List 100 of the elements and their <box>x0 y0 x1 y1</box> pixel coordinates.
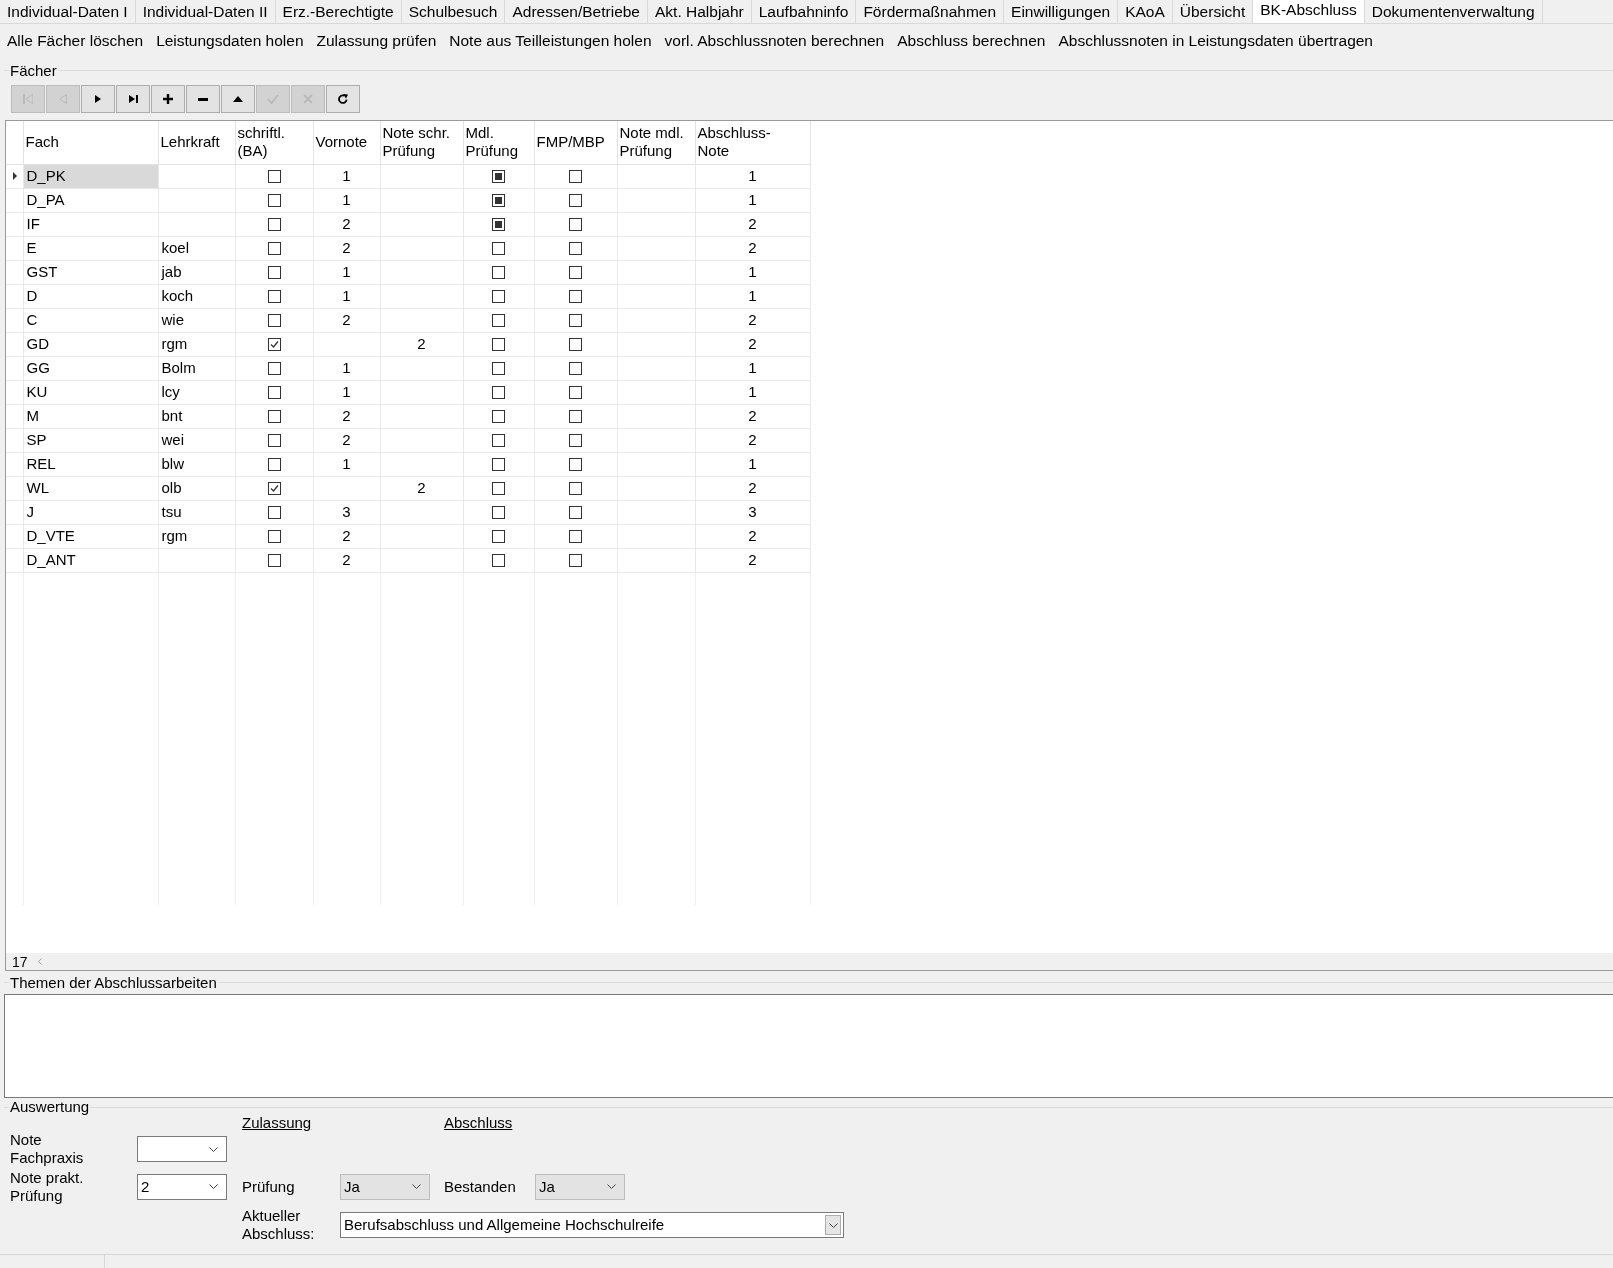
checkbox[interactable] <box>267 337 281 351</box>
table-cell: GD <box>23 332 158 356</box>
checkbox[interactable] <box>267 193 281 207</box>
checkbox[interactable] <box>267 481 281 495</box>
checkbox[interactable] <box>569 505 582 519</box>
action-item[interactable]: Alle Fächer löschen <box>7 32 144 50</box>
column-header[interactable]: FMP/MBP <box>534 121 617 164</box>
table-cell: koel <box>158 236 235 260</box>
table-cell: KU <box>23 380 158 404</box>
checkbox[interactable] <box>492 361 505 375</box>
checkbox[interactable] <box>267 289 281 303</box>
checkbox[interactable] <box>569 385 582 399</box>
refresh-icon <box>338 94 348 104</box>
checkbox[interactable] <box>267 553 281 567</box>
refresh-button[interactable] <box>326 85 360 113</box>
table-cell: SP <box>23 428 158 452</box>
checkbox[interactable] <box>569 553 582 567</box>
checkbox[interactable] <box>492 553 505 567</box>
minus-icon <box>198 97 208 101</box>
checkbox[interactable] <box>267 361 281 375</box>
checkbox[interactable] <box>569 457 582 471</box>
checkbox[interactable] <box>492 169 505 183</box>
checkbox[interactable] <box>267 265 281 279</box>
checkbox[interactable] <box>569 481 582 495</box>
group-label: Auswertung <box>9 1098 91 1116</box>
dropdown[interactable]: Berufsabschluss und Allgemeine Hochschulreife <box>340 1212 844 1238</box>
column-header[interactable]: schriftl. (BA) <box>235 121 313 164</box>
checkbox[interactable] <box>267 217 281 231</box>
next-record-button[interactable] <box>81 85 115 113</box>
checkbox[interactable] <box>267 409 281 423</box>
checkbox[interactable] <box>569 313 582 327</box>
table-cell: 2 <box>380 332 463 356</box>
dropdown[interactable] <box>137 1136 227 1162</box>
table-cell: 1 <box>313 260 380 284</box>
checkbox[interactable] <box>492 457 505 471</box>
checkbox[interactable] <box>267 169 281 183</box>
action-item[interactable]: Abschluss berechnen <box>897 32 1046 50</box>
table-cell: 2 <box>313 428 380 452</box>
checkbox[interactable] <box>267 241 281 255</box>
chevron-down-icon <box>209 1184 218 1189</box>
field-label: Prüfung <box>242 1177 295 1196</box>
column-header[interactable]: Vornote <box>313 121 380 164</box>
checkbox[interactable] <box>267 313 281 327</box>
delete-button[interactable] <box>186 85 220 113</box>
checkbox[interactable] <box>492 193 505 207</box>
action-item[interactable]: Leistungsdaten holen <box>156 32 304 50</box>
checkbox[interactable] <box>267 505 281 519</box>
checkbox[interactable] <box>267 457 281 471</box>
action-item[interactable]: vorl. Abschlussnoten berechnen <box>664 32 885 50</box>
table-cell: 1 <box>695 164 810 188</box>
column-header[interactable]: Note mdl. Prüfung <box>617 121 695 164</box>
table-cell: GG <box>23 356 158 380</box>
checkbox[interactable] <box>492 337 505 351</box>
checkbox[interactable] <box>492 385 505 399</box>
add-button[interactable] <box>151 85 185 113</box>
checkbox[interactable] <box>267 385 281 399</box>
group-label: Themen der Abschlussarbeiten <box>9 973 218 992</box>
table-cell: 2 <box>313 548 380 572</box>
table-cell: M <box>23 404 158 428</box>
checkbox[interactable] <box>492 217 505 231</box>
checkbox[interactable] <box>569 265 582 279</box>
checkbox[interactable] <box>569 169 582 183</box>
checkbox[interactable] <box>492 265 505 279</box>
field-label: Note Fachpraxis <box>10 1131 84 1167</box>
checkbox[interactable] <box>569 361 582 375</box>
column-header[interactable]: Lehrkraft <box>158 121 235 164</box>
action-item[interactable]: Abschlussnoten in Leistungsdaten übertragen <box>1058 32 1373 50</box>
checkbox[interactable] <box>569 337 582 351</box>
table-cell: 1 <box>313 452 380 476</box>
checkbox[interactable] <box>569 433 582 447</box>
section-heading: Abschluss <box>444 1114 513 1132</box>
action-item[interactable]: Zulassung prüfen <box>316 32 437 50</box>
checkbox[interactable] <box>492 481 505 495</box>
column-header[interactable]: Note schr. Prüfung <box>380 121 463 164</box>
tab[interactable]: BK-Abschluss <box>1253 0 1365 23</box>
checkbox[interactable] <box>492 409 505 423</box>
checkbox[interactable] <box>569 409 582 423</box>
checkbox[interactable] <box>492 505 505 519</box>
checkbox[interactable] <box>569 193 582 207</box>
checkbox[interactable] <box>492 241 505 255</box>
checkbox[interactable] <box>569 241 582 255</box>
last-record-button[interactable] <box>116 85 150 113</box>
checkbox[interactable] <box>569 529 582 543</box>
checkbox[interactable] <box>267 433 281 447</box>
column-header[interactable]: Fach <box>23 121 158 164</box>
table-cell: WL <box>23 476 158 500</box>
checkbox[interactable] <box>492 313 505 327</box>
edit-button[interactable] <box>221 85 255 113</box>
column-header[interactable]: Abschluss- Note <box>695 121 810 164</box>
checkbox[interactable] <box>569 217 582 231</box>
action-item[interactable]: Note aus Teilleistungen holen <box>449 32 652 50</box>
column-header[interactable]: Mdl. Prüfung <box>463 121 534 164</box>
checkbox[interactable] <box>569 289 582 303</box>
table-cell: 2 <box>313 308 380 332</box>
checkbox[interactable] <box>492 433 505 447</box>
checkbox[interactable] <box>492 529 505 543</box>
table-cell: wei <box>158 428 235 452</box>
dropdown[interactable]: 2 <box>137 1173 227 1200</box>
checkbox[interactable] <box>492 289 505 303</box>
checkbox[interactable] <box>267 529 281 543</box>
